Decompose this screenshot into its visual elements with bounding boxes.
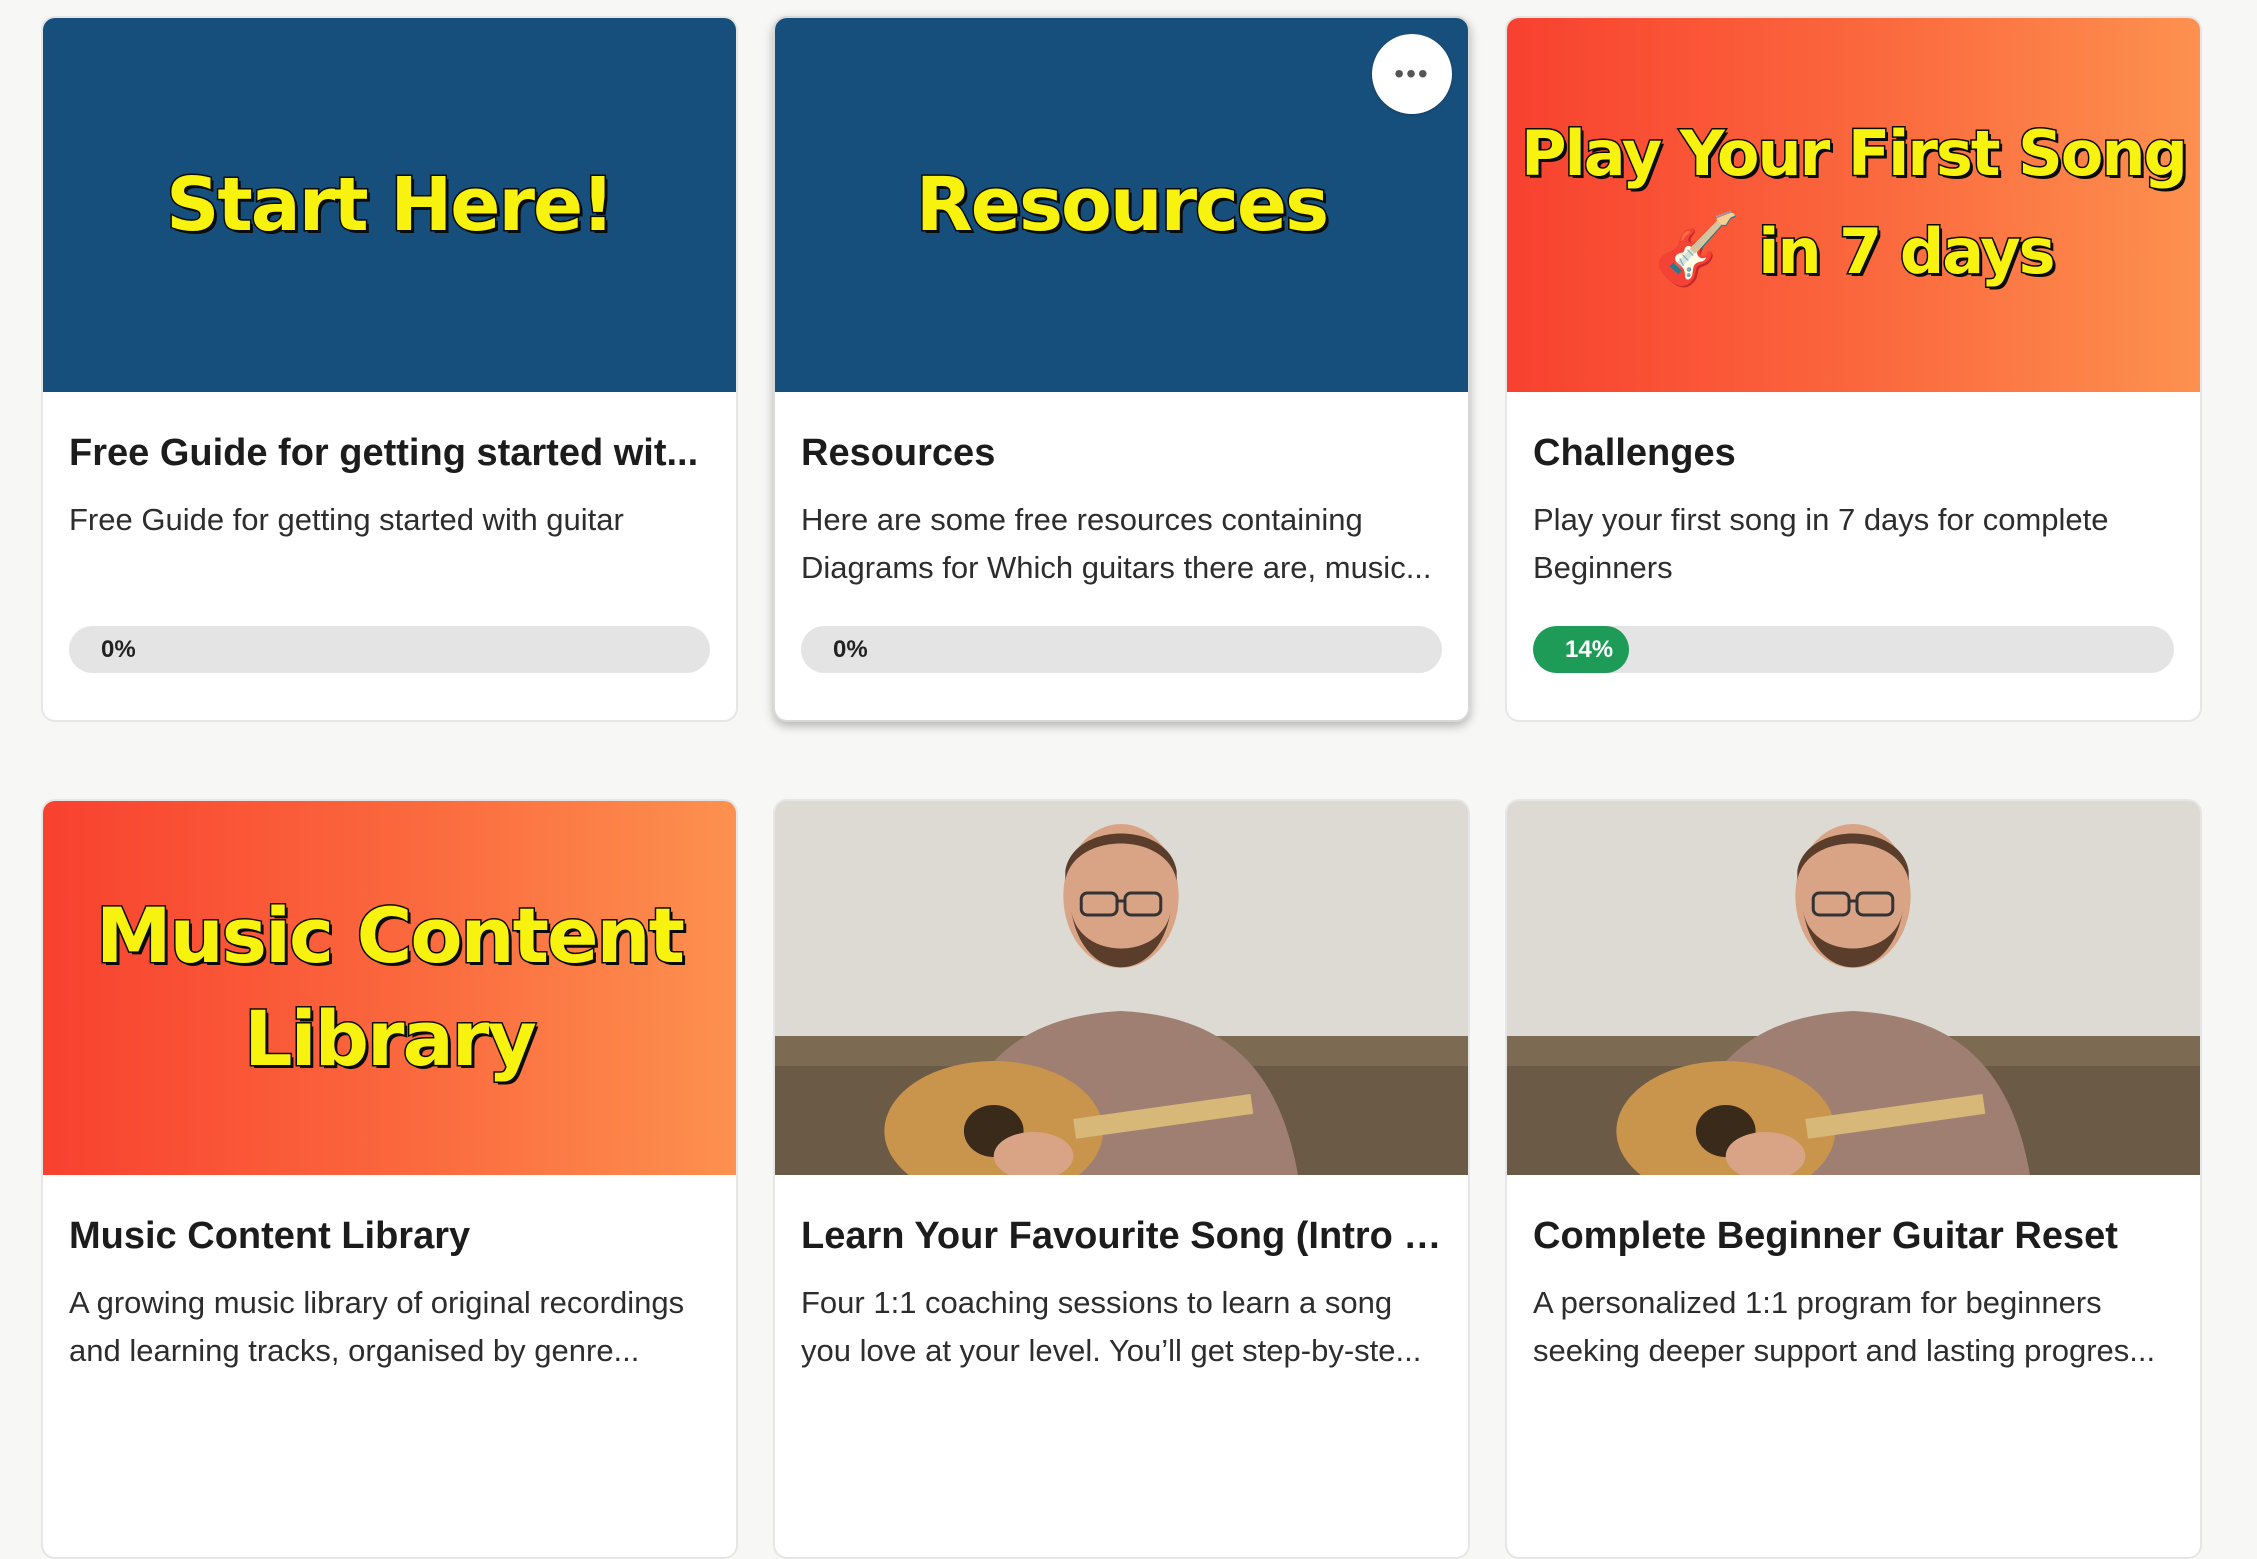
cover-title: Resources bbox=[914, 160, 1330, 249]
course-description: A growing music library of original reco… bbox=[69, 1285, 685, 1368]
more-options-icon[interactable]: ••• bbox=[1372, 34, 1452, 114]
course-description: Free Guide for getting started with guit… bbox=[69, 502, 624, 537]
cover-title-line1: Music Content bbox=[95, 890, 687, 982]
progress-label: 0% bbox=[101, 636, 136, 663]
progress-bar: 14% bbox=[1533, 626, 2174, 673]
course-cover: Play Your First Song 🎸 in 7 days bbox=[1507, 18, 2200, 392]
guitar-icon: 🎸 bbox=[1653, 208, 1740, 291]
course-description: Play your first song in 7 days for compl… bbox=[1533, 502, 2109, 585]
course-cover: Resources ••• bbox=[775, 18, 1468, 392]
course-cover: Start Here! bbox=[43, 18, 736, 392]
course-card-beginner-reset[interactable]: Complete Beginner Guitar Reset A persona… bbox=[1505, 799, 2202, 1559]
course-title[interactable]: Challenges bbox=[1533, 430, 2174, 476]
course-title[interactable]: Learn Your Favourite Song (Intro t... bbox=[801, 1213, 1442, 1259]
course-title[interactable]: Free Guide for getting started wit... bbox=[69, 430, 710, 476]
instructor-photo bbox=[1507, 801, 2200, 1175]
course-description: A personalized 1:1 program for beginners… bbox=[1533, 1285, 2156, 1368]
course-card-resources[interactable]: Resources ••• Resources Here are some fr… bbox=[773, 16, 1470, 722]
course-card-challenges[interactable]: Play Your First Song 🎸 in 7 days Challen… bbox=[1505, 16, 2202, 722]
course-description: Four 1:1 coaching sessions to learn a so… bbox=[801, 1285, 1422, 1368]
course-cover-photo bbox=[775, 801, 1468, 1175]
course-description: Here are some free resources containing … bbox=[801, 502, 1432, 585]
cover-title-line2: 🎸 in 7 days bbox=[1521, 199, 2186, 301]
cover-title-line1: Play Your First Song bbox=[1520, 116, 2190, 192]
course-card-favourite-song[interactable]: Learn Your Favourite Song (Intro t... Fo… bbox=[773, 799, 1470, 1559]
progress-bar: 0% bbox=[69, 626, 710, 673]
course-cover-photo bbox=[1507, 801, 2200, 1175]
cover-title: Play Your First Song 🎸 in 7 days bbox=[1520, 109, 2190, 301]
cover-title-line2-text: in 7 days bbox=[1757, 214, 2057, 290]
instructor-photo bbox=[775, 801, 1468, 1175]
course-grid: Start Here! Free Guide for getting start… bbox=[41, 16, 2202, 1559]
course-cover: Music Content Library bbox=[43, 801, 736, 1175]
cover-title: Music Content Library bbox=[95, 885, 687, 1090]
course-title[interactable]: Complete Beginner Guitar Reset bbox=[1533, 1213, 2174, 1259]
progress-bar: 0% bbox=[801, 626, 1442, 673]
course-card-music-library[interactable]: Music Content Library Music Content Libr… bbox=[41, 799, 738, 1559]
cover-title-line2: Library bbox=[243, 993, 539, 1085]
progress-label: 0% bbox=[833, 636, 868, 663]
course-card-start-here[interactable]: Start Here! Free Guide for getting start… bbox=[41, 16, 738, 722]
cover-title: Start Here! bbox=[165, 160, 617, 249]
progress-label: 14% bbox=[1565, 636, 1614, 663]
course-title[interactable]: Music Content Library bbox=[69, 1213, 710, 1259]
course-title[interactable]: Resources bbox=[801, 430, 1442, 476]
